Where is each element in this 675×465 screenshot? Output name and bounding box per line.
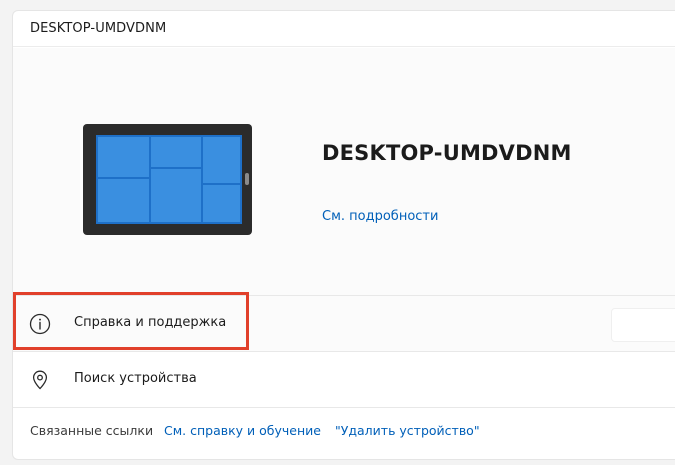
related-links-label: Связанные ссылки (30, 423, 154, 438)
see-details-link[interactable]: См. подробности (322, 209, 438, 224)
tablet-device-icon (83, 124, 252, 235)
header-title: DESKTOP-UMDVDNM (30, 21, 167, 36)
remove-device-link[interactable]: "Удалить устройство" (335, 423, 480, 438)
device-card: DESKTOP-UMDVDNM DESKTOP-UMDVDNM См. подр… (12, 10, 675, 460)
related-links: Связанные ссылки См. справку и обучение … (13, 408, 675, 454)
help-support-row[interactable]: Справка и поддержка (13, 296, 675, 352)
location-pin-icon (32, 370, 48, 390)
find-device-row[interactable]: Поиск устройства (13, 352, 675, 408)
tablet-screen (96, 135, 242, 224)
device-info-area: DESKTOP-UMDVDNM См. подробности (13, 48, 675, 296)
device-name: DESKTOP-UMDVDNM (322, 141, 572, 165)
help-learning-link[interactable]: См. справку и обучение (164, 423, 321, 438)
help-expand-area[interactable] (611, 308, 675, 342)
card-header: DESKTOP-UMDVDNM (13, 11, 675, 47)
tablet-side-button (245, 173, 249, 185)
find-device-label: Поиск устройства (74, 371, 197, 386)
info-icon (29, 313, 51, 335)
help-support-label: Справка и поддержка (74, 315, 227, 330)
